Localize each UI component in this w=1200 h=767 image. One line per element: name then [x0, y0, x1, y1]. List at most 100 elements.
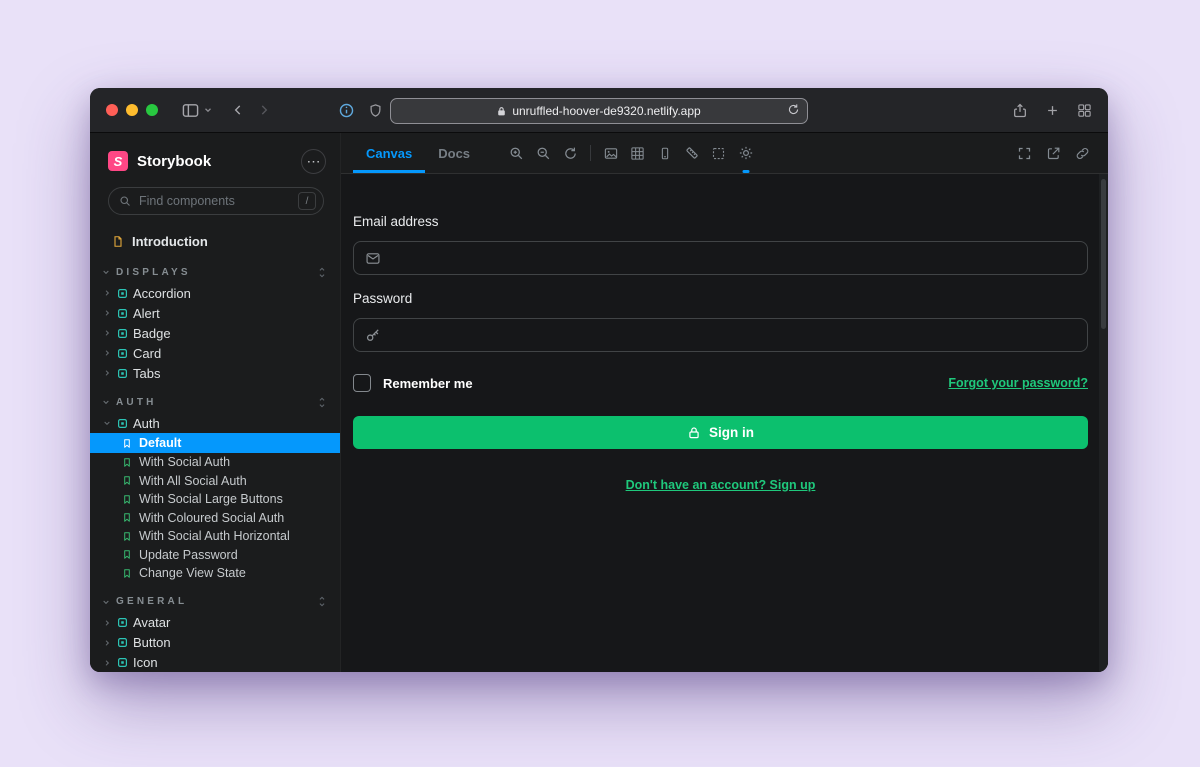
back-icon[interactable] [231, 103, 245, 117]
sidebar-item-button[interactable]: Button [90, 633, 340, 653]
remember-checkbox[interactable] [353, 374, 371, 392]
sidebar-item-label: Icon [133, 655, 158, 670]
copy-link-icon[interactable] [1069, 133, 1096, 173]
measure-ruler-icon[interactable] [678, 133, 705, 173]
sidebar-story-update-password[interactable]: Update Password [90, 546, 340, 565]
viewport-icon[interactable] [651, 133, 678, 173]
toolbar-icons [503, 133, 759, 173]
fullscreen-icon[interactable] [1011, 133, 1038, 173]
forgot-password-link[interactable]: Forgot your password? [948, 376, 1088, 390]
scrollbar-thumb[interactable] [1101, 179, 1106, 329]
password-field[interactable] [353, 318, 1088, 352]
component-icon [117, 657, 128, 668]
sidebar-item-tabs[interactable]: Tabs [90, 363, 340, 383]
chevron-down-icon[interactable] [203, 105, 213, 115]
tab-docs[interactable]: Docs [425, 133, 483, 173]
chevron-right-icon [102, 369, 112, 377]
sidebar-item-badge[interactable]: Badge [90, 323, 340, 343]
envelope-icon [365, 251, 381, 266]
sign-in-button[interactable]: Sign in [353, 416, 1088, 449]
email-field[interactable] [353, 241, 1088, 275]
sidebar-item-label: Auth [133, 416, 160, 431]
sidebar-story-with-all-social-auth[interactable]: With All Social Auth [90, 472, 340, 491]
sidebar-story-with-social-large-buttons[interactable]: With Social Large Buttons [90, 490, 340, 509]
site-info-icon[interactable] [338, 102, 355, 119]
zoom-out-icon[interactable] [530, 133, 557, 173]
section-label: Displays [116, 267, 191, 278]
section-header-general[interactable]: General [90, 591, 340, 613]
sign-in-label: Sign in [709, 425, 754, 440]
sidebar-story-with-coloured-social-auth[interactable]: With Coloured Social Auth [90, 509, 340, 528]
browser-window: unruffled-hoover-de9320.netlify.app [90, 88, 1108, 672]
chevron-right-icon [102, 309, 112, 317]
component-icon [117, 617, 128, 628]
search-box: / [108, 187, 324, 215]
component-icon [117, 308, 128, 319]
expand-collapse-icon[interactable] [317, 266, 327, 279]
storybook-logo-icon[interactable]: S [108, 151, 128, 171]
new-tab-icon[interactable] [1045, 103, 1060, 118]
expand-collapse-icon[interactable] [317, 396, 327, 409]
reload-icon[interactable] [787, 103, 800, 116]
search-input[interactable] [137, 193, 292, 209]
tab-canvas[interactable]: Canvas [353, 133, 425, 173]
component-icon [117, 348, 128, 359]
section-label: Auth [116, 397, 157, 408]
chevron-right-icon [102, 329, 112, 337]
bookmark-icon [122, 512, 132, 523]
minimize-button[interactable] [126, 104, 138, 116]
key-icon [365, 327, 381, 343]
section-header-displays[interactable]: Displays [90, 261, 340, 283]
brand-title: Storybook [137, 153, 211, 170]
sidebar-item-label: Tabs [133, 366, 160, 381]
bookmark-icon [122, 531, 132, 542]
sidebar-story-with-social-auth-horizontal[interactable]: With Social Auth Horizontal [90, 527, 340, 546]
titlebar-right-actions [1012, 88, 1092, 132]
signup-link[interactable]: Don't have an account? Sign up [626, 478, 816, 492]
preview-scrollbar[interactable] [1099, 174, 1108, 672]
chevron-down-icon [102, 268, 110, 276]
theme-toggle-icon[interactable] [732, 133, 759, 173]
background-select-icon[interactable] [597, 133, 624, 173]
zoom-reset-icon[interactable] [557, 133, 584, 173]
sidebar-item-auth[interactable]: Auth [90, 413, 340, 433]
sidebar-item-avatar[interactable]: Avatar [90, 613, 340, 633]
chevron-down-icon [102, 398, 110, 406]
bookmark-icon [122, 475, 132, 486]
sidebar-menu-button[interactable]: ⋯ [301, 149, 326, 174]
sidebar-item-label: Alert [133, 306, 160, 321]
sidebar-story-change-view-state[interactable]: Change View State [90, 564, 340, 583]
close-button[interactable] [106, 104, 118, 116]
open-new-tab-icon[interactable] [1040, 133, 1067, 173]
sidebar-story-with-social-auth[interactable]: With Social Auth [90, 453, 340, 472]
sidebar-toggle-icon[interactable] [182, 103, 199, 118]
outline-toggle-icon[interactable] [705, 133, 732, 173]
sidebar-item-card[interactable]: Card [90, 343, 340, 363]
browser-titlebar: unruffled-hoover-de9320.netlify.app [90, 88, 1108, 133]
desktop-background: unruffled-hoover-de9320.netlify.app [0, 0, 1200, 767]
sidebar-item-accordion[interactable]: Accordion [90, 283, 340, 303]
story-label: With Social Large Buttons [139, 492, 283, 506]
sidebar-item-label: Card [133, 346, 161, 361]
toolbar-right-icons [1011, 133, 1096, 173]
bookmark-icon [122, 438, 132, 449]
share-icon[interactable] [1012, 102, 1028, 119]
grid-toggle-icon[interactable] [624, 133, 651, 173]
bookmark-icon [122, 457, 132, 468]
sidebar-item-label: Button [133, 635, 171, 650]
section-header-auth[interactable]: Auth [90, 391, 340, 413]
sidebar-item-alert[interactable]: Alert [90, 303, 340, 323]
forward-icon[interactable] [257, 103, 271, 117]
zoom-in-icon[interactable] [503, 133, 530, 173]
tab-overview-icon[interactable] [1077, 103, 1092, 118]
privacy-shield-icon[interactable] [368, 102, 383, 119]
sidebar-item-icon[interactable]: Icon [90, 653, 340, 673]
story-label: Default [139, 436, 181, 450]
zoom-button[interactable] [146, 104, 158, 116]
sidebar-story-default[interactable]: Default [90, 433, 340, 453]
chevron-right-icon [102, 349, 112, 357]
address-bar[interactable]: unruffled-hoover-de9320.netlify.app [390, 98, 808, 124]
expand-collapse-icon[interactable] [317, 595, 327, 608]
story-label: Change View State [139, 566, 246, 580]
sidebar-item-introduction[interactable]: Introduction [90, 229, 340, 253]
